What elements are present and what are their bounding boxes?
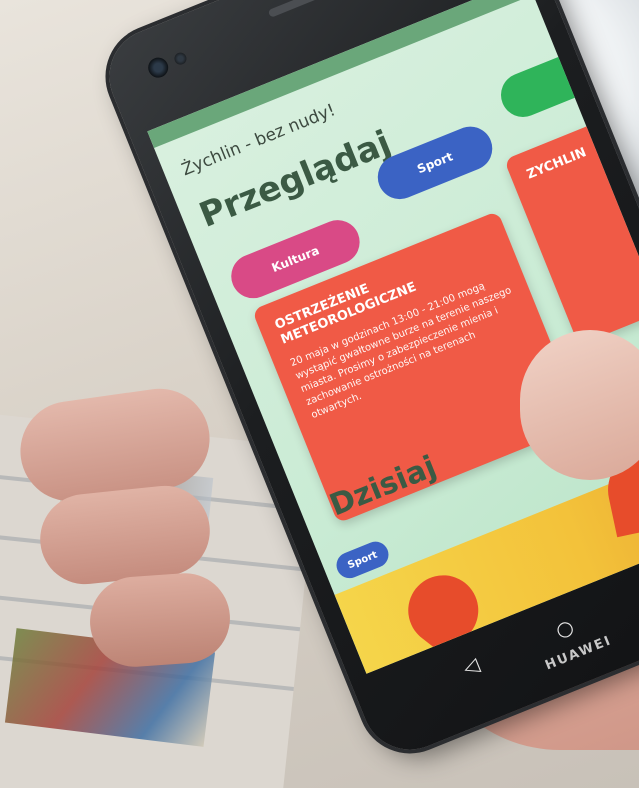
flame-graphic: [394, 561, 493, 660]
status-bar: [147, 0, 534, 149]
category-pill-other[interactable]: [494, 41, 613, 124]
card-title: ZYCHLIN: [524, 145, 589, 183]
browse-heading: Przeglądaj: [193, 122, 397, 236]
thumb: [520, 330, 639, 480]
earpiece: [267, 0, 359, 18]
category-pill-sport[interactable]: Sport: [371, 119, 499, 206]
front-camera-icon: [145, 54, 172, 81]
sensor-icon: [172, 50, 189, 67]
back-icon[interactable]: ◁: [459, 652, 482, 680]
home-icon[interactable]: ○: [552, 614, 577, 643]
